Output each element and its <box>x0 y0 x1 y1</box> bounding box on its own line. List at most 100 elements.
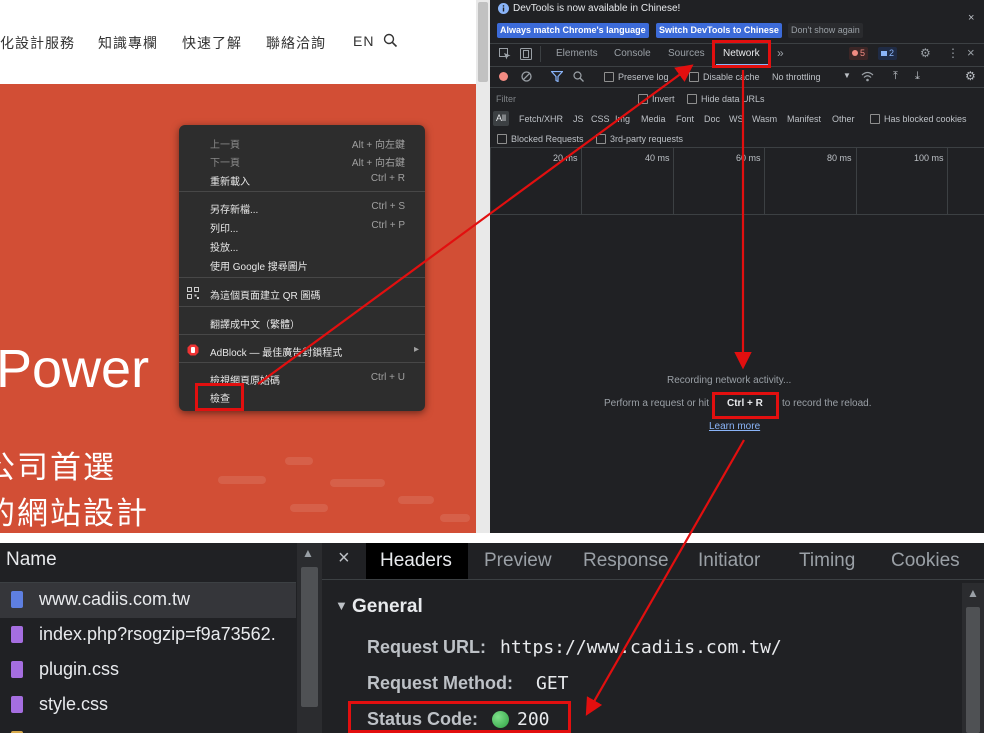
tab-initiator[interactable]: Initiator <box>698 550 760 572</box>
error-count-badge[interactable]: 5 <box>849 47 869 60</box>
clear-icon[interactable] <box>521 71 532 82</box>
more-tabs-icon[interactable]: » <box>777 46 784 60</box>
menu-item-translate[interactable]: 翻譯成中文（繁體） <box>179 313 425 331</box>
filter-icon[interactable] <box>551 71 563 82</box>
type-filter-font[interactable]: Font <box>676 114 694 124</box>
hide-data-urls-checkbox[interactable] <box>687 94 697 104</box>
type-filter-fetch-xhr[interactable]: Fetch/XHR <box>519 114 563 124</box>
collapse-triangle-icon[interactable]: ▼ <box>335 598 348 613</box>
menu-item-print[interactable]: 列印... Ctrl + P <box>179 217 425 235</box>
type-filter-media[interactable]: Media <box>641 114 666 124</box>
error-icon <box>852 50 858 56</box>
type-filter-manifest[interactable]: Manifest <box>787 114 821 124</box>
inspect-element-icon[interactable] <box>499 48 511 60</box>
tab-response[interactable]: Response <box>583 550 669 572</box>
request-row[interactable]: plugin.css <box>0 653 296 688</box>
record-icon[interactable] <box>499 72 508 81</box>
nav-quick-look[interactable]: 快速了解 <box>182 33 242 53</box>
decor-dash <box>285 457 313 465</box>
divider <box>490 214 984 215</box>
menu-item-cast[interactable]: 投放... <box>179 236 425 254</box>
nav-design-service[interactable]: 化設計服務 <box>0 33 75 53</box>
type-filter-ws[interactable]: WS <box>729 114 744 124</box>
blocked-requests-checkbox[interactable] <box>497 134 507 144</box>
tab-headers[interactable]: Headers <box>380 550 452 572</box>
nav-contact[interactable]: 聯絡洽詢 <box>266 33 326 53</box>
has-blocked-cookies-checkbox[interactable] <box>870 114 880 124</box>
type-filter-doc[interactable]: Doc <box>704 114 720 124</box>
import-har-icon[interactable]: ⤒ <box>893 70 898 83</box>
message-icon <box>881 51 887 56</box>
website-viewport: 化設計服務 知識專欄 快速了解 聯絡洽詢 EN Power 公司首選 的網站設計… <box>0 0 476 533</box>
export-har-icon[interactable]: ⤓ <box>915 70 920 83</box>
message-count-badge[interactable]: 2 <box>878 47 898 60</box>
highlight-inspect <box>195 383 244 411</box>
menu-item-reload[interactable]: 重新載入 Ctrl + R <box>179 170 425 188</box>
chevron-down-icon[interactable]: ▼ <box>843 71 851 80</box>
menu-item-forward[interactable]: 下一頁 Alt + 向右鍵 <box>179 151 425 169</box>
third-party-label: 3rd-party requests <box>610 134 684 144</box>
nav-knowledge[interactable]: 知識專欄 <box>98 33 158 53</box>
type-filter-other[interactable]: Other <box>832 114 855 124</box>
invert-label: Invert <box>652 94 675 104</box>
type-filter-img[interactable]: Img <box>615 114 630 124</box>
close-devtools-icon[interactable]: × <box>967 45 975 60</box>
tab-elements[interactable]: Elements <box>556 48 598 59</box>
tab-console[interactable]: Console <box>614 48 651 59</box>
close-details-icon[interactable]: × <box>338 547 350 570</box>
third-party-checkbox[interactable] <box>596 134 606 144</box>
preserve-log-checkbox[interactable] <box>604 72 614 82</box>
menu-item-back[interactable]: 上一頁 Alt + 向左鍵 <box>179 133 425 151</box>
disable-cache-label: Disable cache <box>703 72 760 82</box>
menu-item-save-as[interactable]: 另存新檔... Ctrl + S <box>179 198 425 216</box>
kebab-menu-icon[interactable]: ⋮ <box>947 46 959 60</box>
request-row[interactable] <box>0 723 296 733</box>
network-settings-icon[interactable]: ⚙ <box>965 69 976 83</box>
adblock-icon <box>187 344 199 356</box>
throttling-select[interactable]: No throttling <box>772 72 821 82</box>
network-conditions-icon[interactable] <box>861 71 874 82</box>
hide-data-urls-label: Hide data URLs <box>701 94 765 104</box>
qr-code-icon <box>187 287 199 299</box>
nav-language-en[interactable]: EN <box>353 33 374 49</box>
tab-preview[interactable]: Preview <box>484 550 552 572</box>
name-list-scrollbar-thumb[interactable] <box>301 567 318 707</box>
name-column-header[interactable]: Name <box>6 549 57 571</box>
type-filter-wasm[interactable]: Wasm <box>752 114 777 124</box>
site-scrollbar-thumb[interactable] <box>478 2 488 82</box>
menu-separator <box>179 277 425 278</box>
request-row[interactable]: style.css <box>0 688 296 723</box>
menu-separator <box>179 334 425 335</box>
tab-sources[interactable]: Sources <box>668 48 705 59</box>
request-row[interactable]: www.cadiis.com.tw <box>0 583 296 618</box>
scroll-up-icon[interactable]: ▲ <box>967 586 979 600</box>
filter-input[interactable]: Filter <box>496 94 516 104</box>
learn-more-link[interactable]: Learn more <box>709 421 760 432</box>
disable-cache-checkbox[interactable] <box>689 72 699 82</box>
hero-subline-1: 公司首選 <box>0 450 116 485</box>
close-banner-icon[interactable]: × <box>968 12 974 24</box>
search-icon[interactable] <box>573 71 584 82</box>
divider <box>322 579 984 580</box>
highlight-network-tab <box>712 40 771 68</box>
general-section-header[interactable]: General <box>352 596 423 618</box>
tab-timing[interactable]: Timing <box>799 550 855 572</box>
settings-gear-icon[interactable]: ⚙ <box>920 46 931 60</box>
switch-to-chinese-button[interactable]: Switch DevTools to Chinese <box>656 23 782 38</box>
dont-show-again-button[interactable]: Don't show again <box>788 23 863 38</box>
type-filter-js[interactable]: JS <box>573 114 584 124</box>
type-filter-css[interactable]: CSS <box>591 114 610 124</box>
menu-item-adblock[interactable]: AdBlock — 最佳廣告封鎖程式 ▸ <box>179 341 425 359</box>
tab-cookies[interactable]: Cookies <box>891 550 960 572</box>
menu-item-google-image-search[interactable]: 使用 Google 搜尋圖片 <box>179 255 425 273</box>
invert-checkbox[interactable] <box>638 94 648 104</box>
always-match-language-button[interactable]: Always match Chrome's language <box>497 23 649 38</box>
device-toolbar-icon[interactable] <box>520 48 532 60</box>
request-row[interactable]: index.php?rsogzip=f9a73562. <box>0 618 296 653</box>
details-scrollbar-thumb[interactable] <box>966 607 980 733</box>
search-icon[interactable] <box>383 33 398 48</box>
menu-item-qr-code[interactable]: 為這個頁面建立 QR 圖碼 <box>179 284 425 302</box>
type-filter-all[interactable]: All <box>493 111 510 126</box>
recording-status-text: Recording network activity... <box>667 375 792 386</box>
scroll-up-icon[interactable]: ▲ <box>302 546 314 560</box>
